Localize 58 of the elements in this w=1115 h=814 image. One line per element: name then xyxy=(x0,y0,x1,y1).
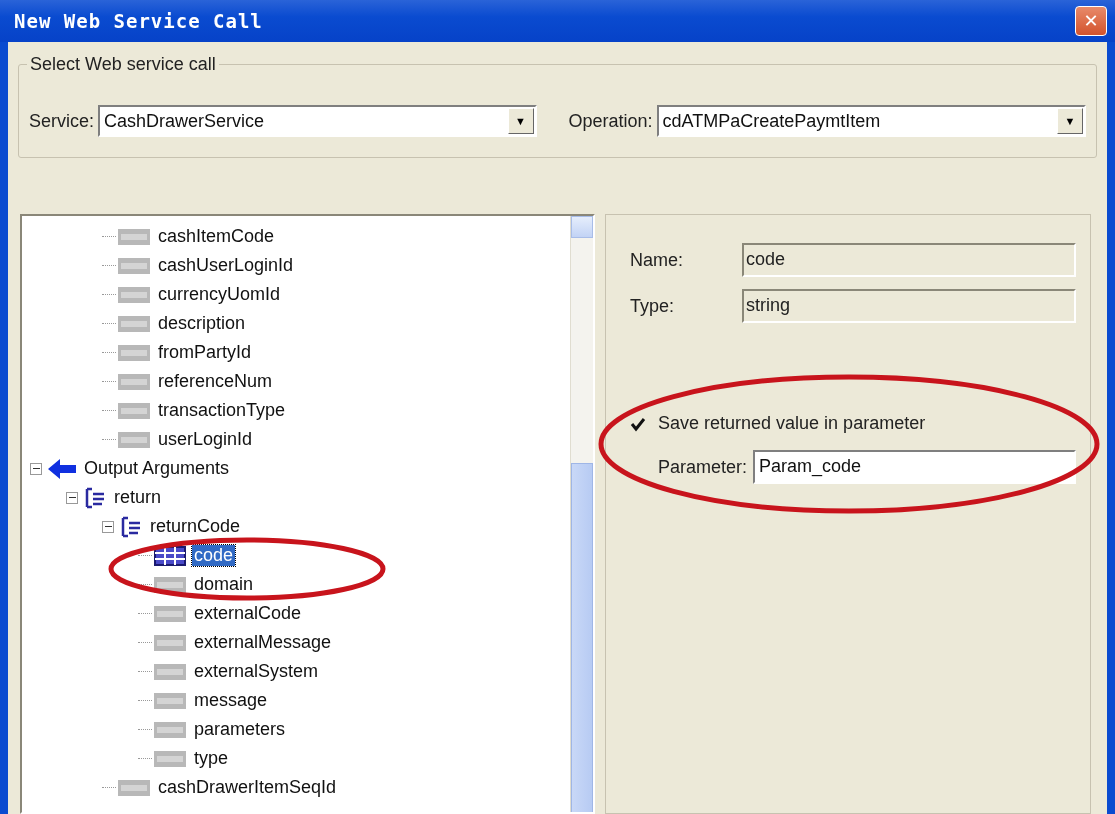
structure-icon xyxy=(120,515,142,538)
text-type-icon xyxy=(154,634,186,651)
text-type-icon xyxy=(118,286,150,303)
text-type-icon xyxy=(154,750,186,767)
text-type-icon xyxy=(118,257,150,274)
tree-item[interactable]: externalMessage xyxy=(192,632,334,653)
window-title: New Web Service Call xyxy=(14,10,263,32)
tree-item[interactable]: type xyxy=(192,748,231,769)
text-type-icon xyxy=(154,663,186,680)
tree-item[interactable]: transactionType xyxy=(156,400,288,421)
tree-item[interactable]: currencyUomId xyxy=(156,284,283,305)
tree-item[interactable]: Output Arguments xyxy=(82,458,232,479)
text-type-icon xyxy=(118,373,150,390)
text-type-icon xyxy=(154,605,186,622)
text-type-icon xyxy=(154,721,186,738)
tree-item[interactable]: parameters xyxy=(192,719,288,740)
tree-item[interactable]: message xyxy=(192,690,270,711)
tree-item[interactable]: cashItemCode xyxy=(156,226,277,247)
tree-item[interactable]: externalCode xyxy=(192,603,304,624)
tree-item[interactable]: domain xyxy=(192,574,256,595)
field-label: Name: xyxy=(630,249,684,271)
readonly-field: string xyxy=(742,289,1076,323)
tree-item[interactable]: fromPartyId xyxy=(156,342,254,363)
text-type-icon xyxy=(118,431,150,448)
checkbox[interactable] xyxy=(630,415,646,432)
text-type-icon xyxy=(154,576,186,593)
field-label: Parameter: xyxy=(658,456,748,478)
text-type-icon xyxy=(118,779,150,796)
tree-item[interactable]: cashUserLoginId xyxy=(156,255,296,276)
text-type-icon xyxy=(118,315,150,332)
input-field[interactable]: Param_code xyxy=(753,450,1076,484)
collapse-toggle[interactable] xyxy=(66,491,78,504)
field-label: Operation: xyxy=(568,110,653,132)
text-type-icon xyxy=(118,228,150,245)
dropdown[interactable]: CashDrawerService ▼ xyxy=(98,105,537,137)
tree-item[interactable]: description xyxy=(156,313,248,334)
tree-item[interactable]: code xyxy=(192,545,236,566)
checkbox-label: Save returned value in parameter xyxy=(658,413,926,434)
collapse-toggle[interactable] xyxy=(102,520,114,533)
text-type-icon xyxy=(154,692,186,709)
text-type-icon xyxy=(118,344,150,361)
field-label: Type: xyxy=(630,295,676,317)
tree-item[interactable]: returnCode xyxy=(148,516,243,537)
field-label: Service: xyxy=(29,110,95,132)
tree-item[interactable]: referenceNum xyxy=(156,371,275,392)
text-type-icon xyxy=(118,402,150,419)
tree-item[interactable]: cashDrawerItemSeqId xyxy=(156,777,339,798)
dropdown[interactable]: cdATMPaCreatePaymtItem ▼ xyxy=(656,105,1086,137)
scrollbar[interactable] xyxy=(570,216,593,812)
tree-item[interactable]: externalSystem xyxy=(192,661,321,682)
dropdown-arrow-button[interactable]: ▼ xyxy=(1057,108,1083,134)
left-arrow-icon xyxy=(48,458,76,479)
structure-icon xyxy=(84,486,106,509)
dropdown-arrow-button[interactable]: ▼ xyxy=(507,108,534,134)
tree-item[interactable]: return xyxy=(112,487,164,508)
readonly-field: code xyxy=(742,243,1076,277)
collapse-toggle[interactable] xyxy=(30,462,42,475)
tree-item[interactable]: userLoginId xyxy=(156,429,255,450)
